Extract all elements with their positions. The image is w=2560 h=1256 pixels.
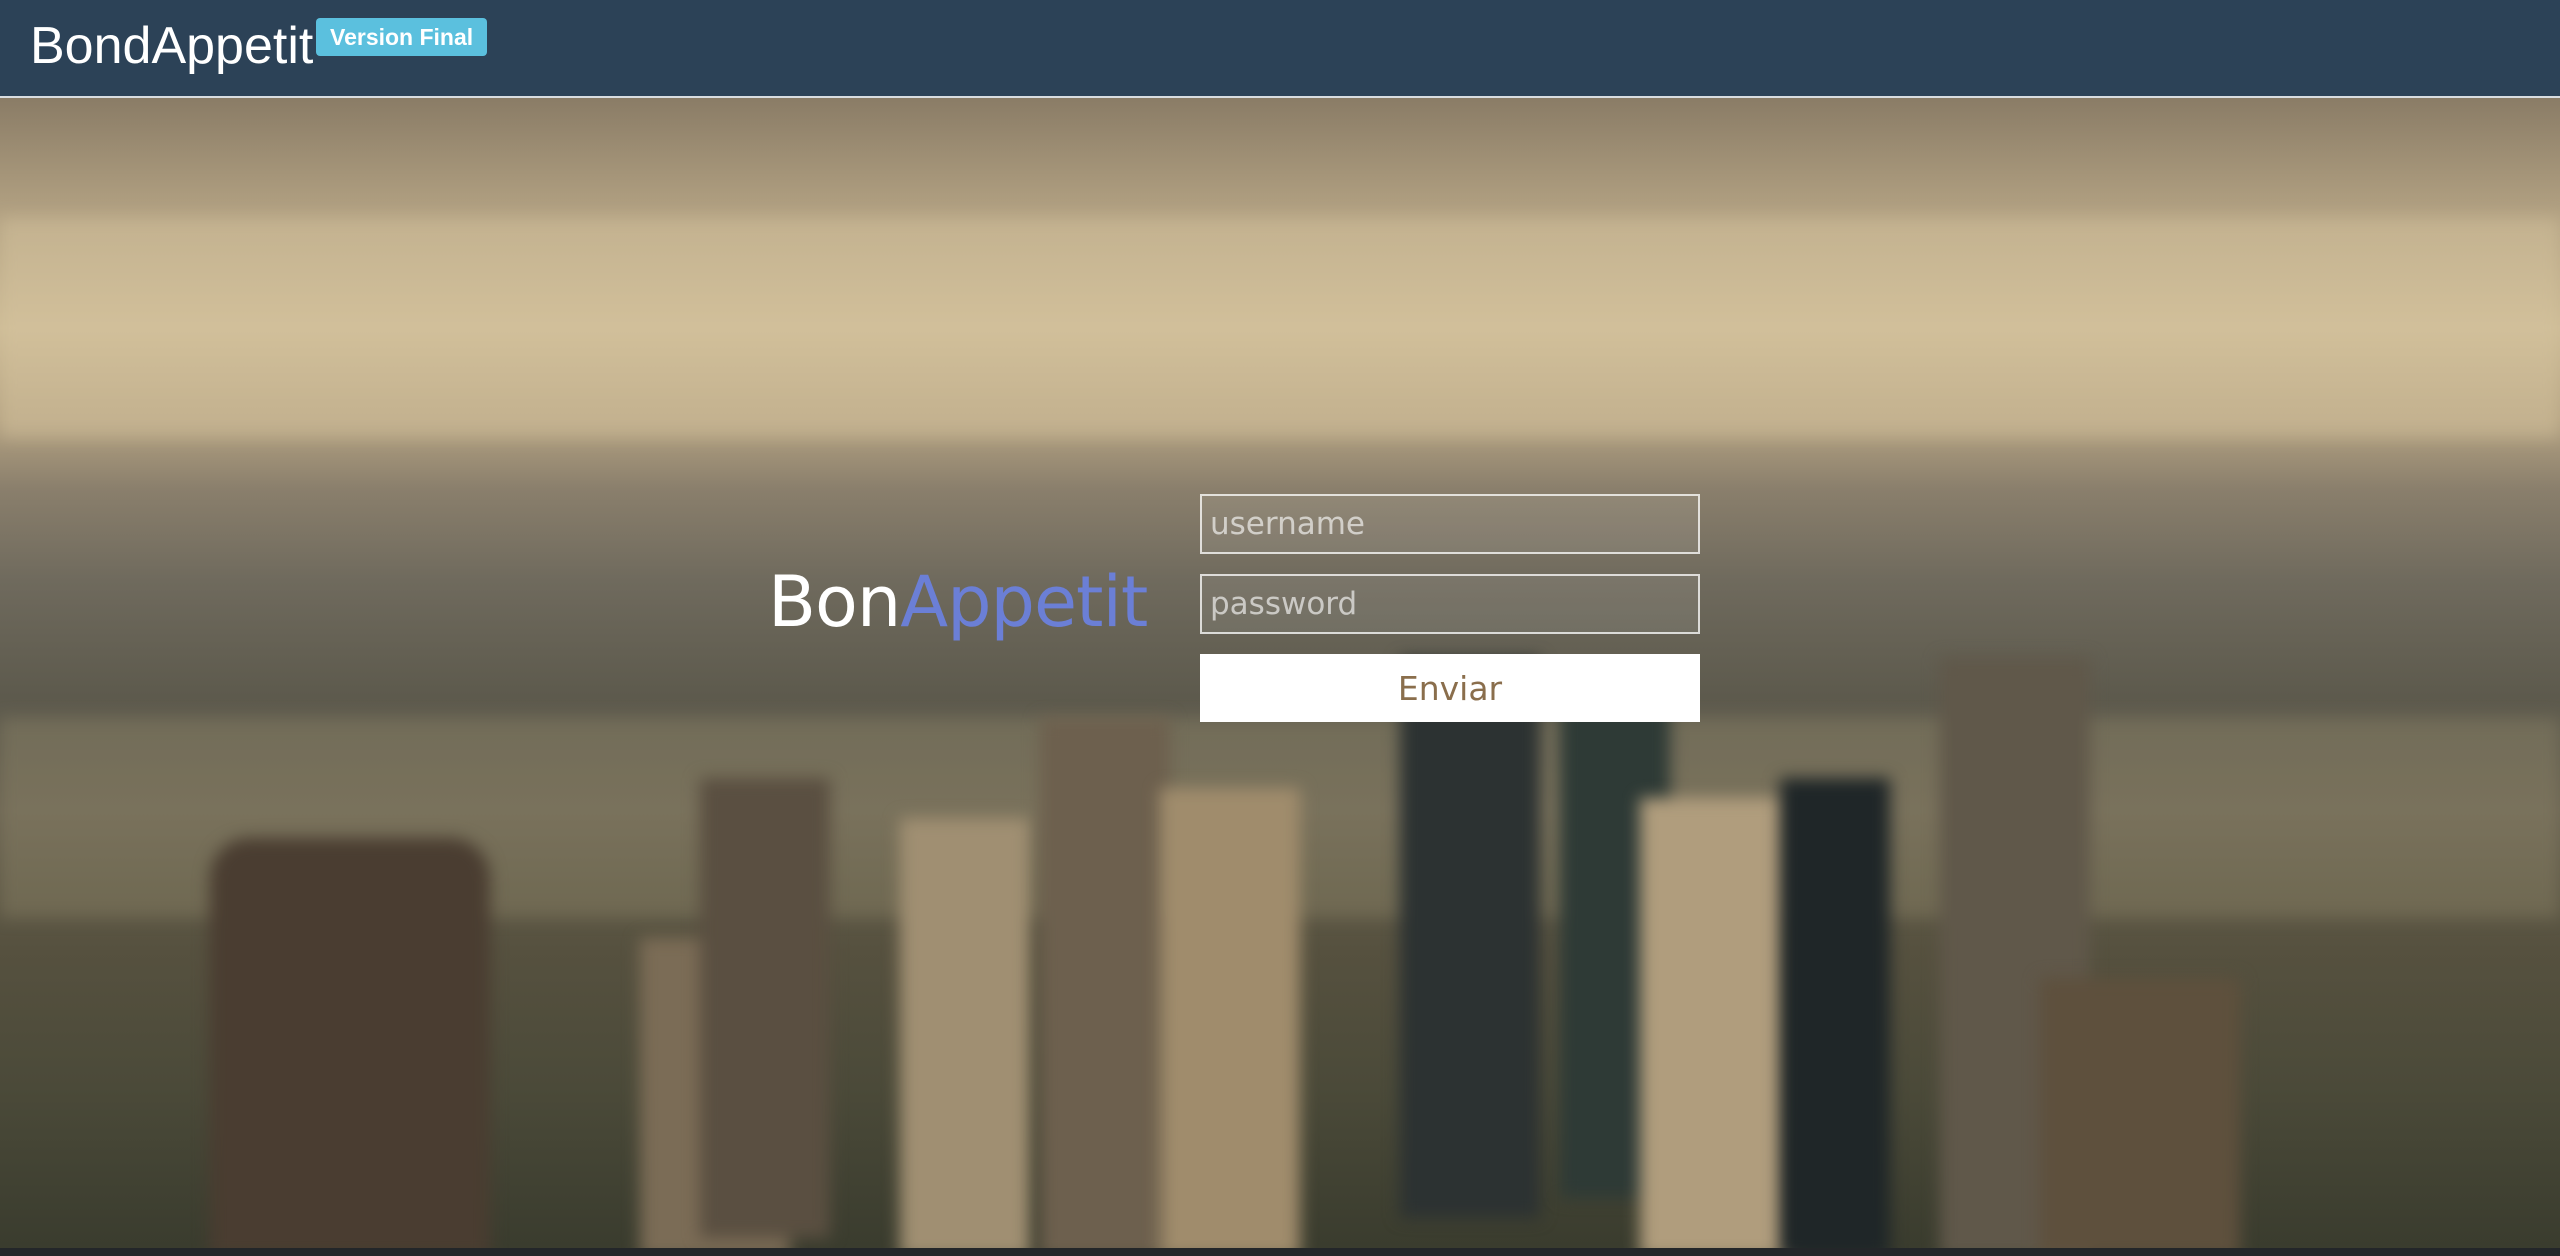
username-input[interactable] bbox=[1200, 494, 1700, 554]
password-input[interactable] bbox=[1200, 574, 1700, 634]
logo-text-bon: Bon bbox=[768, 561, 901, 643]
navbar-brand[interactable]: BondAppetit bbox=[30, 14, 313, 78]
top-navbar: BondAppetit Version Final bbox=[0, 0, 2560, 98]
submit-button[interactable]: Enviar bbox=[1200, 654, 1700, 722]
logo-text-appetit: Appetit bbox=[900, 561, 1148, 643]
bottom-edge bbox=[0, 1248, 2560, 1256]
login-logo: BonAppetit bbox=[768, 561, 1148, 643]
version-badge: Version Final bbox=[316, 18, 488, 56]
